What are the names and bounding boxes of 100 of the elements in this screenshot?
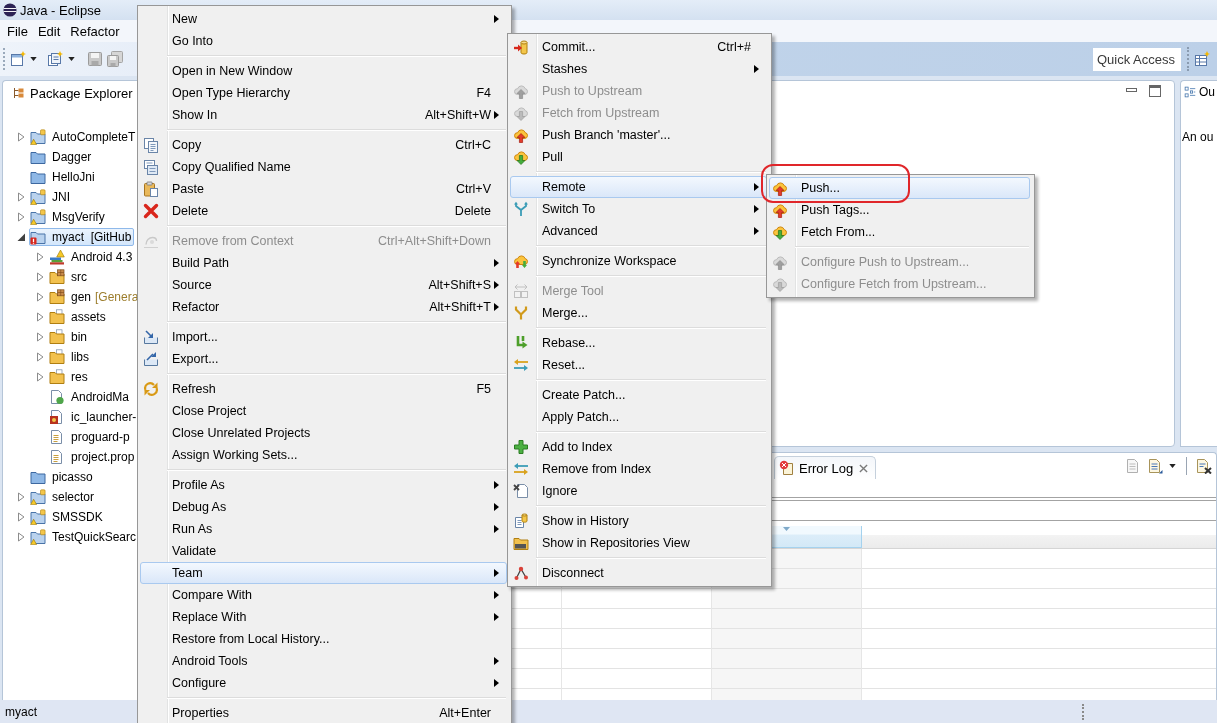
new-icon[interactable] (10, 51, 26, 67)
menu-item[interactable]: Add to Index (510, 436, 767, 458)
tree-item[interactable]: gen [Genera (48, 288, 142, 306)
menu-item[interactable]: Close Unrelated Projects (140, 422, 507, 444)
menu-item[interactable]: Run As (140, 518, 507, 540)
menu-item[interactable]: Show in Repositories View (510, 532, 767, 554)
menu-item[interactable]: Apply Patch... (510, 406, 767, 428)
error-document-icon (779, 460, 795, 476)
menu-item[interactable]: Stashes (510, 58, 767, 80)
tree-item[interactable]: Android 4.3 (48, 248, 136, 266)
close-icon[interactable] (859, 463, 869, 473)
panel-tab[interactable]: Error Log (774, 456, 877, 479)
menu-item[interactable]: Build Path (140, 252, 507, 274)
menu-item[interactable]: Pull (510, 146, 767, 168)
menu-item[interactable]: New (140, 8, 507, 30)
tree-item[interactable]: proguard-p (48, 428, 133, 446)
menu-item[interactable]: Team (140, 562, 507, 584)
menu-item[interactable]: Export... (140, 348, 507, 370)
menu-item[interactable]: Properties Alt+Enter (140, 702, 507, 723)
menu-item[interactable]: Switch To (510, 198, 767, 220)
menu-item[interactable]: Rebase... (510, 332, 767, 354)
menu-item[interactable]: Show in History (510, 510, 767, 532)
menu-item[interactable]: Configure (140, 672, 507, 694)
project-folder-icon (30, 209, 46, 225)
menu-item[interactable]: Merge... (510, 302, 767, 324)
document-list-icon[interactable] (1147, 458, 1163, 474)
menu-item[interactable]: Profile As (140, 474, 507, 496)
tree-item[interactable]: myact [GitHub (29, 228, 135, 246)
menu-item[interactable]: Refresh F5 (140, 378, 507, 400)
panel-title[interactable]: Ou (1199, 85, 1215, 99)
menu-bar-item[interactable]: Refactor (65, 23, 125, 39)
tree-item[interactable]: libs (48, 348, 92, 366)
menu-item[interactable]: Reset... (510, 354, 767, 376)
tree-item[interactable]: assets (48, 308, 109, 326)
menu-item[interactable]: Paste Ctrl+V (140, 178, 507, 200)
menu-bar-item[interactable]: File (2, 23, 33, 39)
menu-item[interactable]: Remove from Index (510, 458, 767, 480)
tree-item[interactable]: ic_launcher- (48, 408, 140, 426)
menu-item[interactable]: Synchronize Workspace (510, 250, 767, 272)
tree-item[interactable]: Dagger (29, 148, 95, 166)
menu-item[interactable]: Android Tools (140, 650, 507, 672)
menu-item[interactable]: Push Branch 'master'... (510, 124, 767, 146)
tree-item[interactable]: selector (29, 488, 98, 506)
save-icon[interactable] (87, 51, 103, 67)
menu-item[interactable]: Copy Ctrl+C (140, 134, 507, 156)
expand-arrow-icon[interactable] (16, 232, 26, 242)
menu-item[interactable]: Refactor Alt+Shift+T (140, 296, 507, 318)
menu-item[interactable]: Open in New Window (140, 60, 507, 82)
dropdown-caret-icon[interactable] (1169, 464, 1176, 468)
nodes-icon (513, 565, 529, 581)
menu-item[interactable]: Replace With (140, 606, 507, 628)
menu-item[interactable]: Advanced (510, 220, 767, 242)
new-item-icon[interactable] (47, 51, 63, 67)
menu-item[interactable]: Push... (769, 177, 1030, 199)
dropdown-caret-icon[interactable] (30, 57, 37, 61)
menu-item[interactable]: Create Patch... (510, 384, 767, 406)
menu-item[interactable]: Import... (140, 326, 507, 348)
tree-item[interactable]: MsgVerify (29, 208, 108, 226)
menu-item[interactable]: Compare With (140, 584, 507, 606)
table-icon[interactable] (1194, 51, 1210, 67)
save-all-icon[interactable] (107, 51, 123, 67)
tree-item[interactable]: SMSSDK (29, 508, 106, 526)
maximize-icon[interactable] (1149, 85, 1161, 97)
dropdown-caret-icon[interactable] (68, 57, 75, 61)
document-delete-icon[interactable] (1196, 458, 1212, 474)
menu-bar-item[interactable]: Edit (32, 23, 66, 39)
tree-item[interactable]: AutoCompleteT (29, 128, 139, 146)
menu-item[interactable]: Remote (510, 176, 767, 198)
menu-item[interactable]: Debug As (140, 496, 507, 518)
package-folder-icon (49, 289, 65, 305)
tree-item[interactable]: bin (48, 328, 90, 346)
tree-item[interactable]: src (48, 268, 90, 286)
menu-item[interactable]: Ignore (510, 480, 767, 502)
menu-item[interactable]: Assign Working Sets... (140, 444, 507, 466)
menu-item[interactable]: Push Tags... (769, 199, 1030, 221)
menu-item[interactable]: Disconnect (510, 562, 767, 584)
file-icon (49, 449, 65, 465)
menu-item[interactable]: Validate (140, 540, 507, 562)
menu-item[interactable]: Show In Alt+Shift+W (140, 104, 507, 126)
menu-item[interactable]: Fetch From... (769, 221, 1030, 243)
menu-item[interactable]: Go Into (140, 30, 507, 52)
tree-item[interactable]: HelloJni (29, 168, 98, 186)
menu-item[interactable]: Restore from Local History... (140, 628, 507, 650)
tree-item[interactable]: res (48, 368, 91, 386)
tree-item[interactable]: project.prop (48, 448, 138, 466)
tree-item[interactable]: AndroidMa (48, 388, 133, 406)
menu-item[interactable]: Source Alt+Shift+S (140, 274, 507, 296)
tree-item[interactable]: JNI (29, 188, 73, 206)
menu-item[interactable]: Close Project (140, 400, 507, 422)
cloud-upload-icon (513, 83, 529, 99)
menu-item[interactable]: Copy Qualified Name (140, 156, 507, 178)
tree-item[interactable]: picasso (29, 468, 96, 486)
search-field[interactable]: Quick Access (1093, 47, 1181, 71)
document-x-icon (513, 483, 529, 499)
minimize-icon[interactable] (1126, 88, 1137, 92)
menu-item[interactable]: Open Type Hierarchy F4 (140, 82, 507, 104)
menu-item[interactable]: Delete Delete (140, 200, 507, 222)
document-icon[interactable] (1124, 458, 1140, 474)
menu-item[interactable]: Commit... Ctrl+# (510, 36, 767, 58)
tree-item[interactable]: TestQuickSearc (29, 528, 140, 546)
